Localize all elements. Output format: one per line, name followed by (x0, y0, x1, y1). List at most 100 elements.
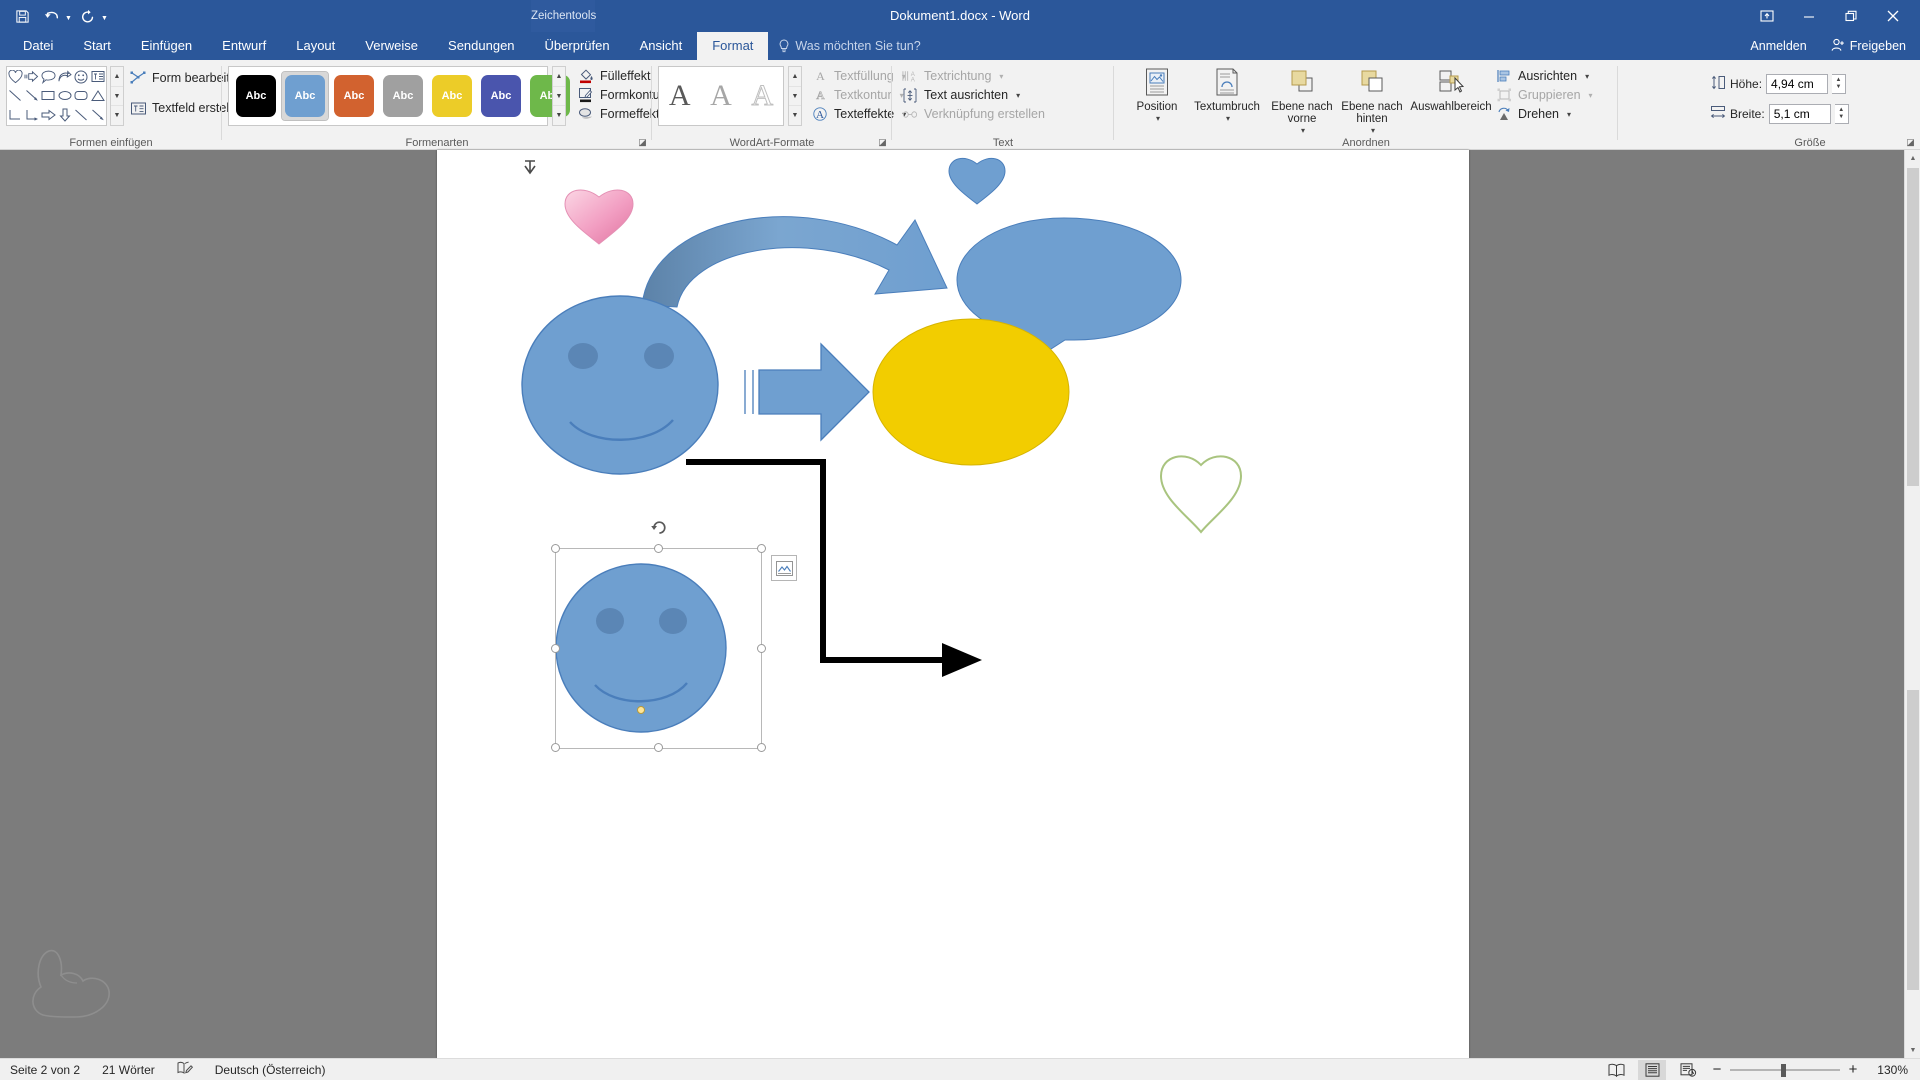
create-link-button[interactable]: Verknüpfung erstellen (902, 106, 1045, 122)
zoom-slider[interactable]: − + 130% (1710, 1061, 1908, 1078)
arrow-line-shape-icon[interactable] (24, 86, 41, 105)
rotate-handle-icon[interactable] (650, 518, 666, 534)
share-button[interactable]: Freigeben (1821, 32, 1916, 60)
wrap-text-button[interactable]: Textumbruch ▾ (1188, 65, 1266, 141)
wordart-gallery-scroll[interactable]: ▲ ▼ ▼ (788, 66, 802, 126)
wordart-styles-gallery[interactable]: A A A (658, 66, 784, 126)
zoom-level-label[interactable]: 130% (1866, 1063, 1908, 1077)
zoom-out-button[interactable]: − (1710, 1061, 1724, 1078)
rotate-caret-icon[interactable]: ▾ (1567, 110, 1571, 119)
language-label[interactable]: Deutsch (Österreich) (215, 1063, 326, 1077)
wordart-scroll-up-icon[interactable]: ▲ (789, 67, 801, 87)
tab-start[interactable]: Start (68, 32, 125, 60)
position-button[interactable]: Position ▾ (1126, 65, 1188, 141)
position-caret-icon[interactable]: ▾ (1156, 113, 1160, 125)
send-backward-caret-icon[interactable]: ▾ (1371, 125, 1375, 137)
sign-in-button[interactable]: Anmelden (1740, 32, 1816, 60)
align-objects-caret-icon[interactable]: ▾ (1585, 72, 1589, 81)
redo-icon[interactable] (74, 3, 102, 29)
diagonal-line-shape-icon[interactable] (73, 106, 90, 125)
rotate-button[interactable]: Drehen ▾ (1496, 106, 1571, 122)
align-objects-button[interactable]: Ausrichten ▾ (1496, 68, 1589, 84)
rounded-rectangle-shape-icon[interactable] (73, 86, 90, 105)
web-layout-view-button[interactable] (1674, 1060, 1702, 1080)
shape-fill-button[interactable]: Fülleffekt ▾ (578, 68, 663, 84)
undo-icon[interactable] (38, 3, 66, 29)
height-input[interactable]: 4,94 cm (1766, 74, 1829, 94)
line-shape-icon[interactable] (7, 86, 24, 105)
shape-style-item[interactable]: Abc (429, 72, 475, 120)
shapes-scroll-up-icon[interactable]: ▲ (111, 67, 123, 87)
tab-entwurf[interactable]: Entwurf (207, 32, 281, 60)
undo-dropdown-caret[interactable]: ▼ (65, 15, 72, 22)
styles-gallery-more-icon[interactable]: ▼ (553, 106, 565, 125)
wordart-dialog-launcher[interactable]: ◪ (877, 137, 888, 148)
group-objects-button[interactable]: Gruppieren ▾ (1496, 87, 1593, 103)
shape-style-item[interactable]: Abc (331, 72, 377, 120)
tab-sendungen[interactable]: Sendungen (433, 32, 530, 60)
right-arrow-shape-icon[interactable] (40, 106, 57, 125)
shapes-scroll-down-icon[interactable]: ▼ (111, 87, 123, 107)
selection-handle-bottom-center[interactable] (654, 743, 663, 752)
heart-shape-icon[interactable] (7, 67, 24, 86)
shape-style-item[interactable]: Abc (380, 72, 426, 120)
selection-handle-middle-right[interactable] (757, 644, 766, 653)
restore-icon[interactable] (1830, 1, 1872, 31)
zoom-thumb[interactable] (1781, 1063, 1786, 1077)
selection-handle-top-center[interactable] (654, 544, 663, 553)
shape-style-item[interactable]: Abc (233, 72, 279, 120)
selection-handle-top-left[interactable] (551, 544, 560, 553)
align-text-caret-icon[interactable]: ▾ (1016, 91, 1020, 100)
close-icon[interactable] (1872, 1, 1914, 31)
shape-style-item[interactable]: Abc (478, 72, 524, 120)
group-objects-caret-icon[interactable]: ▾ (1589, 91, 1593, 100)
tell-me-search[interactable]: Was möchten Sie tun? (768, 32, 930, 60)
selection-handle-bottom-right[interactable] (757, 743, 766, 752)
proofing-icon[interactable] (177, 1061, 193, 1078)
print-layout-view-button[interactable] (1638, 1059, 1666, 1080)
size-dialog-launcher[interactable]: ◪ (1905, 137, 1916, 148)
zoom-in-button[interactable]: + (1846, 1061, 1860, 1078)
send-backward-button[interactable]: Ebene nach hinten ▾ (1338, 65, 1406, 141)
selection-handle-middle-left[interactable] (551, 644, 560, 653)
save-icon[interactable] (8, 3, 36, 29)
tab-einfuegen[interactable]: Einfügen (126, 32, 207, 60)
customize-qat-icon[interactable]: ▼ (101, 15, 108, 22)
oval-shape-icon[interactable] (57, 86, 74, 105)
align-text-button[interactable]: Text ausrichten ▾ (902, 87, 1020, 103)
styles-scroll-down-icon[interactable]: ▼ (553, 87, 565, 107)
bring-forward-caret-icon[interactable]: ▾ (1301, 125, 1305, 137)
tab-layout[interactable]: Layout (281, 32, 350, 60)
smiley-face-shape-icon[interactable] (73, 67, 90, 86)
wordart-scroll-down-icon[interactable]: ▼ (789, 87, 801, 107)
bring-forward-button[interactable]: Ebene nach vorne ▾ (1268, 65, 1336, 141)
text-direction-caret-icon[interactable]: ▾ (999, 72, 1003, 81)
curved-arrow-shape-icon[interactable] (57, 67, 74, 86)
wrap-text-caret-icon[interactable]: ▾ (1226, 113, 1230, 125)
tab-format[interactable]: Format (697, 32, 769, 60)
shape-styles-gallery[interactable]: Abc Abc Abc Abc Abc Abc Abc (228, 66, 570, 126)
text-box-shape-icon[interactable] (90, 67, 107, 86)
wordart-sample-filled-light[interactable]: A (702, 70, 740, 122)
vertical-scroll-thumb[interactable] (1907, 168, 1919, 486)
shapes-gallery-more-icon[interactable]: ▼ (111, 106, 123, 125)
striped-right-arrow-shape-icon[interactable] (24, 67, 41, 86)
text-outline-button[interactable]: A Textkontur ▾ (812, 87, 903, 103)
minimize-icon[interactable] (1788, 1, 1830, 31)
width-stepper[interactable]: ▲ ▼ (1834, 104, 1849, 124)
text-direction-button[interactable]: AA Textrichtung ▾ (902, 68, 1003, 84)
word-count[interactable]: 21 Wörter (102, 1063, 155, 1077)
tab-ansicht[interactable]: Ansicht (625, 32, 698, 60)
tab-verweise[interactable]: Verweise (350, 32, 433, 60)
ribbon-display-options-icon[interactable] (1746, 1, 1788, 31)
height-stepper[interactable]: ▲ ▼ (1832, 74, 1847, 94)
scroll-up-icon[interactable]: ▲ (1905, 150, 1920, 166)
layout-options-icon[interactable] (771, 555, 797, 581)
zoom-track[interactable] (1730, 1063, 1840, 1077)
shapes-gallery[interactable] (6, 66, 107, 126)
shape-styles-scroll[interactable]: ▲ ▼ ▼ (552, 66, 566, 126)
rectangle-shape-icon[interactable] (40, 86, 57, 105)
elbow-connector-shape-icon[interactable] (7, 106, 24, 125)
vertical-scrollbar[interactable]: ▲ ▼ (1904, 150, 1920, 1058)
width-input[interactable]: 5,1 cm (1768, 104, 1831, 124)
